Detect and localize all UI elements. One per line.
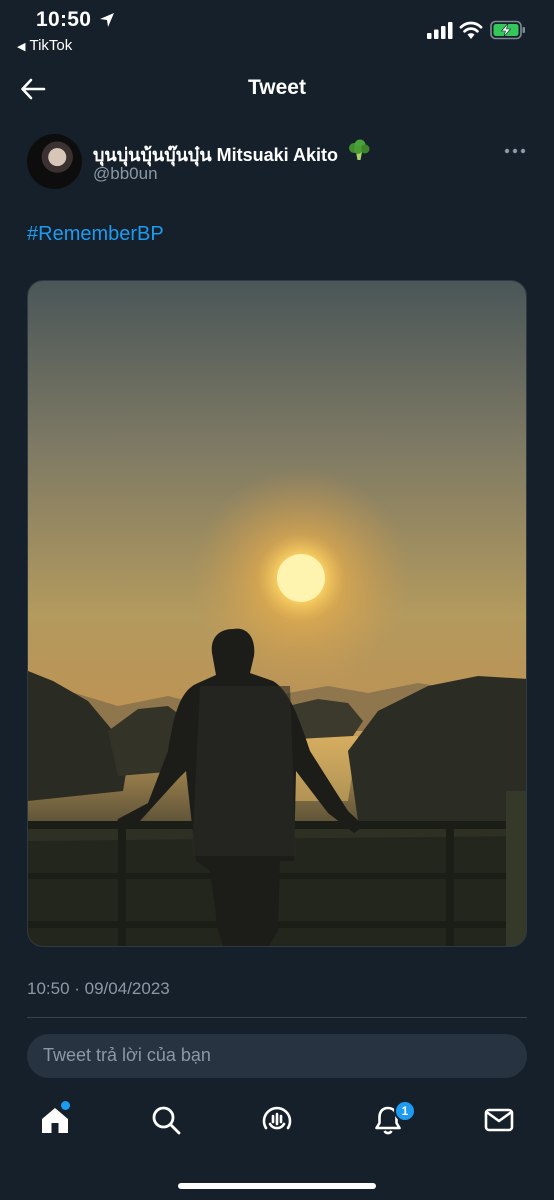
spaces-icon[interactable] [261, 1104, 293, 1136]
search-icon[interactable] [150, 1104, 182, 1136]
top-header: Tweet [0, 62, 554, 118]
sunset-photo-image [28, 281, 526, 946]
broccoli-icon [349, 139, 370, 160]
reply-input[interactable]: Tweet trả lời của bạn [27, 1034, 527, 1078]
status-bar: 10:50 ◀ TikTok [0, 0, 554, 62]
more-options-icon[interactable] [503, 146, 527, 156]
tweet-timestamp: 10:50 · 09/04/2023 [27, 979, 170, 998]
page-title: Tweet [248, 76, 306, 99]
tweet-photo[interactable] [27, 280, 527, 947]
user-handle[interactable]: @bb0un [93, 164, 158, 184]
back-triangle-icon: ◀ [17, 41, 26, 53]
back-to-app-button[interactable]: ◀ TikTok [17, 37, 72, 54]
reply-placeholder: Tweet trả lời của bạn [43, 1045, 211, 1065]
location-arrow-icon [100, 13, 114, 27]
battery-charging-icon [490, 20, 525, 40]
messages-envelope-icon[interactable] [483, 1104, 515, 1136]
notifications-count-badge: 1 [394, 1100, 416, 1122]
wifi-icon [459, 21, 483, 39]
status-time: 10:50 [36, 8, 92, 31]
cellular-signal-icon [427, 22, 453, 39]
divider [27, 1017, 527, 1018]
back-app-label: TikTok [29, 37, 73, 54]
home-new-dot-badge [61, 1101, 70, 1110]
home-indicator[interactable] [178, 1183, 376, 1189]
avatar[interactable] [27, 134, 82, 189]
hashtag-link[interactable]: #RememberBP [27, 223, 164, 246]
